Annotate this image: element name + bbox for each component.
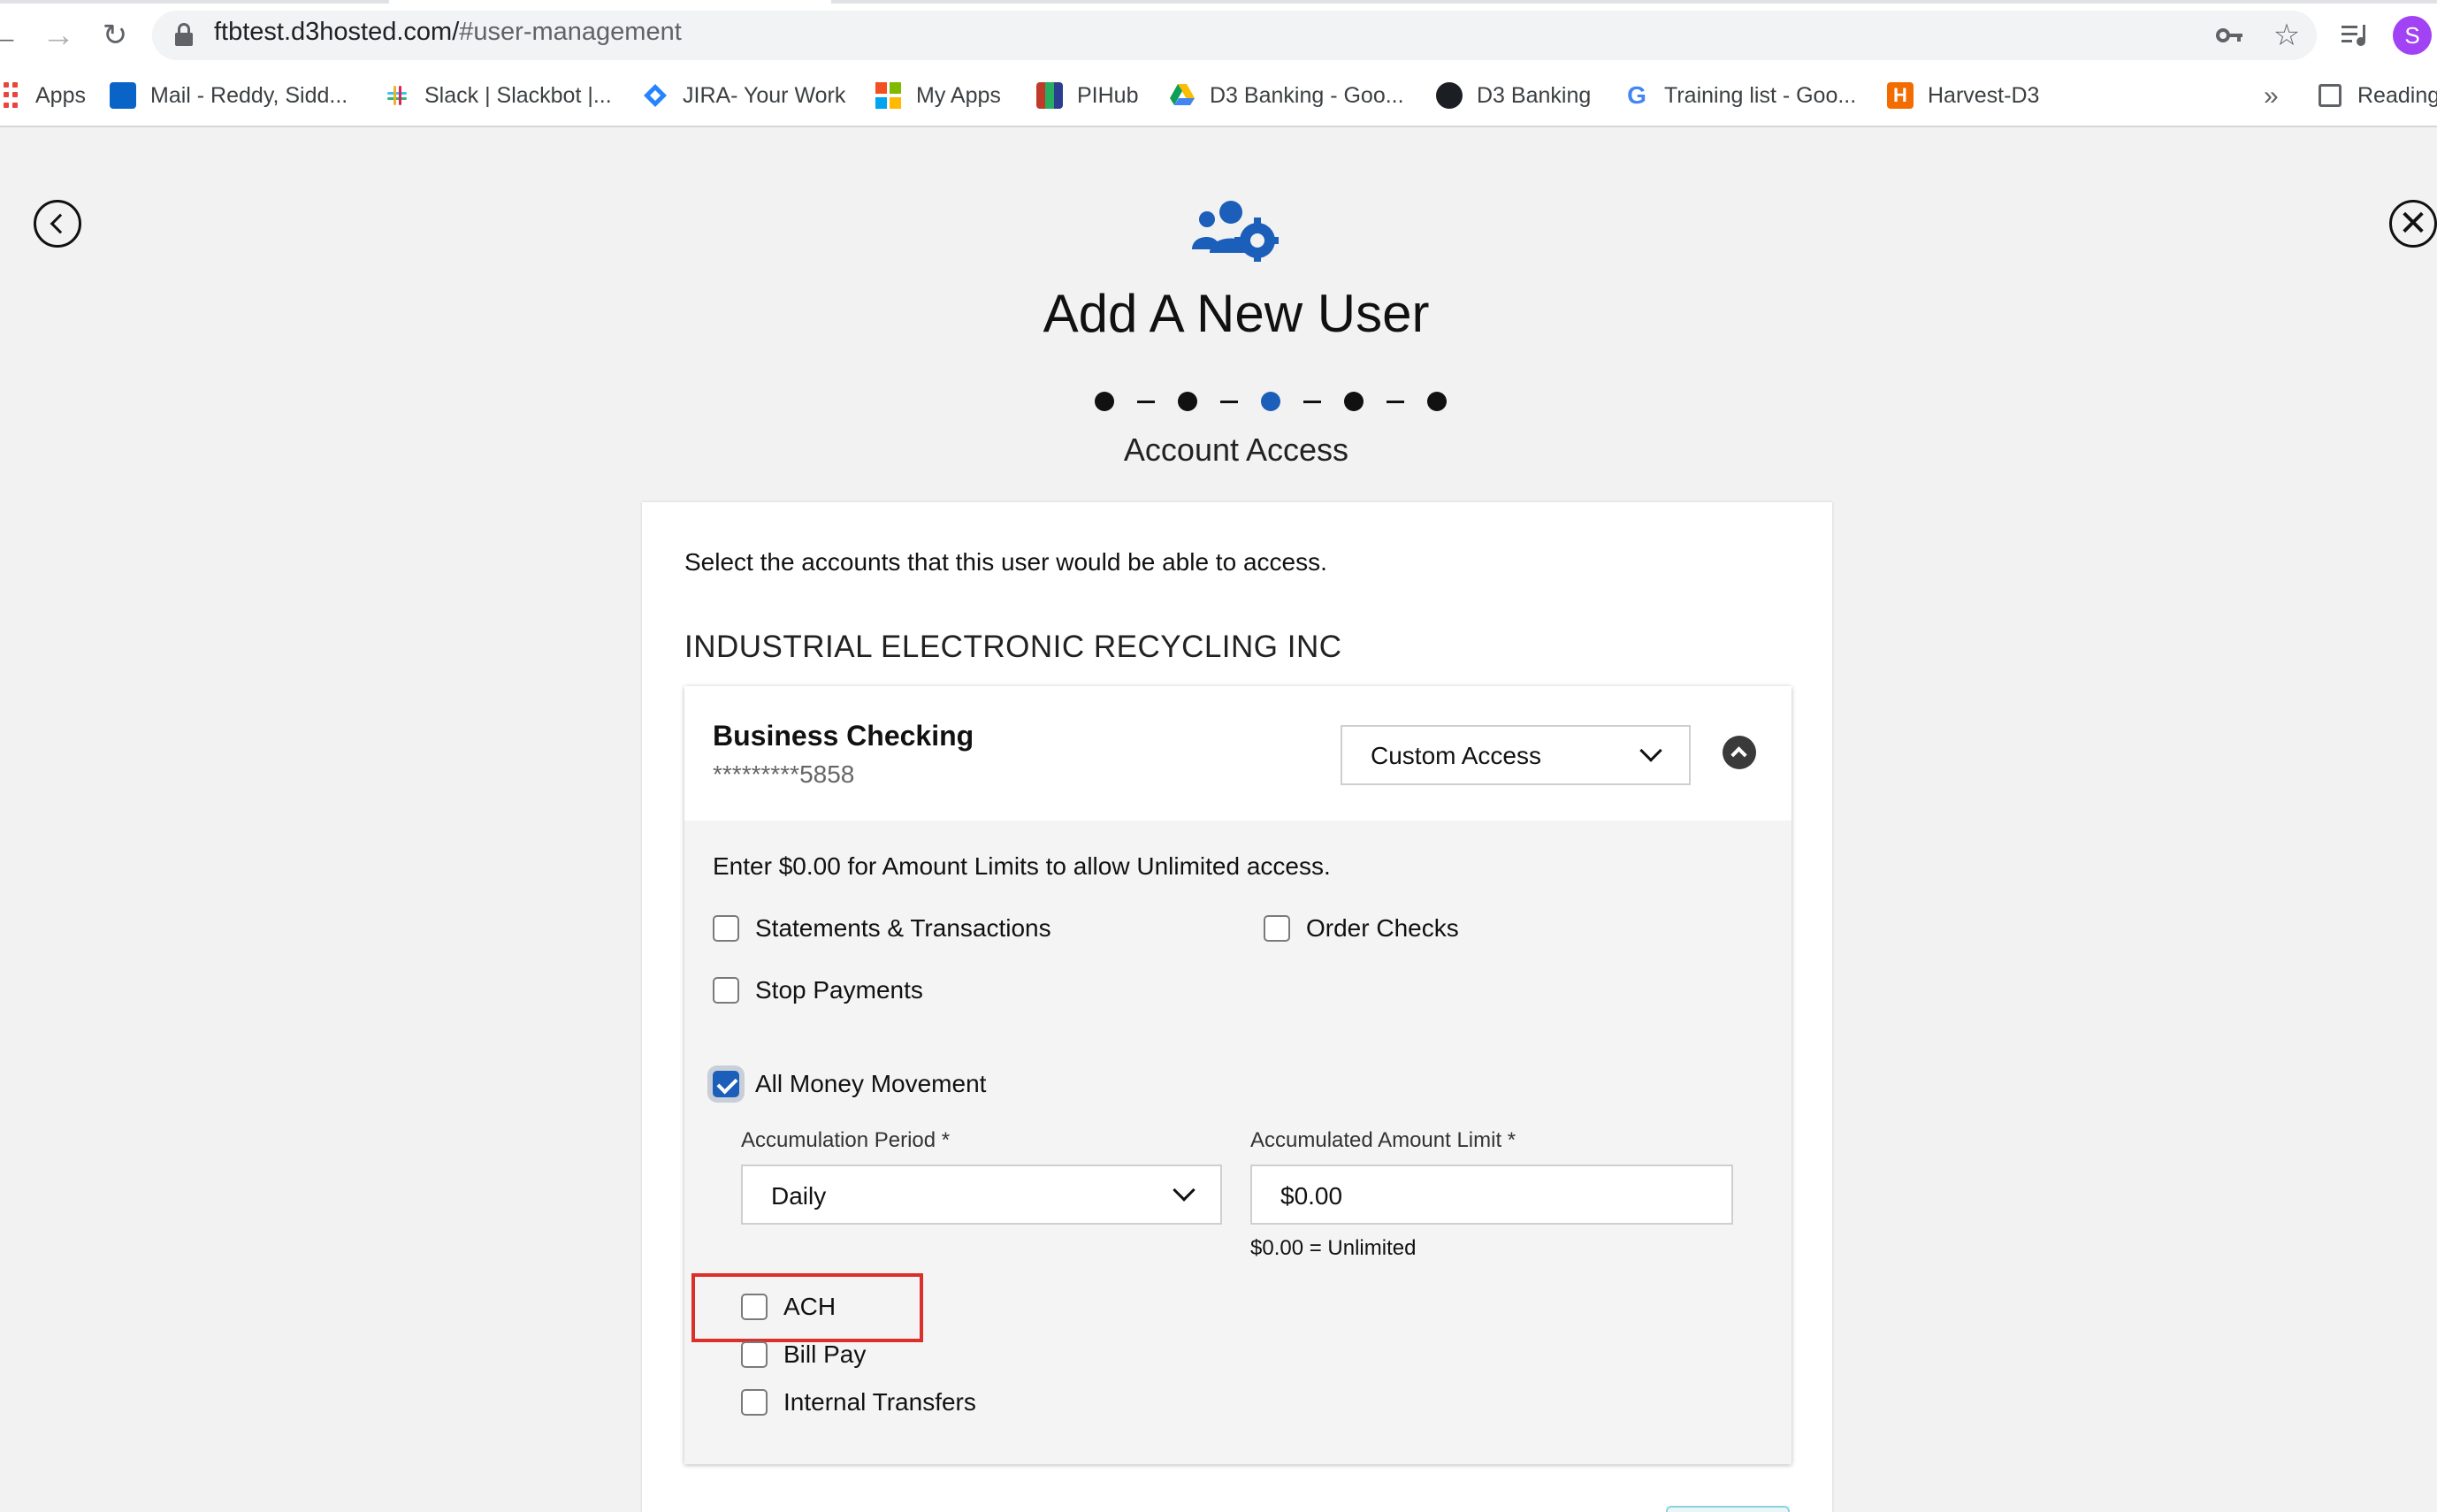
internal-transfers-option[interactable]: Internal Transfers: [741, 1388, 976, 1417]
close-button[interactable]: ✕: [2389, 200, 2437, 248]
step-dot: [1344, 392, 1364, 411]
users-gear-icon: [1192, 198, 1279, 262]
step-indicator: [1095, 389, 1447, 414]
bookmark-harvest[interactable]: H Harvest-D3: [1887, 80, 2039, 111]
stop-payments-checkbox[interactable]: [713, 977, 739, 1004]
browser-chrome: ← → ↻ ftbtest.d3hosted.com/#user-managem…: [0, 0, 2437, 127]
forward-icon[interactable]: →: [39, 16, 78, 55]
bookmark-my-apps[interactable]: My Apps: [875, 80, 1001, 111]
bookmark-d3-github[interactable]: D3 Banking: [1436, 80, 1591, 111]
jira-icon: [642, 82, 668, 109]
accumulation-period-label: Accumulation Period *: [741, 1128, 951, 1152]
step-separator: [1137, 400, 1155, 403]
url-text[interactable]: ftbtest.d3hosted.com/#user-management: [214, 18, 682, 47]
company-name: INDUSTRIAL ELECTRONIC RECYCLING INC: [684, 630, 1342, 664]
chevron-down-icon: [1173, 1179, 1196, 1202]
bookmark-d3-drive[interactable]: D3 Banking - Goo...: [1169, 80, 1404, 111]
reading-list-icon: [2319, 84, 2342, 107]
google-icon: G: [1627, 81, 1646, 109]
back-button[interactable]: [34, 200, 81, 248]
bookmark-apps[interactable]: Apps: [0, 80, 86, 111]
statements-transactions-checkbox[interactable]: [713, 915, 739, 942]
media-control-icon[interactable]: [2336, 16, 2375, 55]
amount-limit-help: $0.00 = Unlimited: [1250, 1236, 1417, 1260]
stop-payments-option[interactable]: Stop Payments: [713, 976, 923, 1004]
lock-icon[interactable]: [175, 23, 193, 46]
order-checks-checkbox[interactable]: [1264, 915, 1290, 942]
amount-limit-hint: Enter $0.00 for Amount Limits to allow U…: [713, 852, 1331, 880]
bookmark-training[interactable]: G Training list - Goo...: [1623, 80, 1856, 111]
outlook-icon: [110, 82, 136, 109]
ach-option[interactable]: ACH: [741, 1293, 836, 1321]
step-dot-current: [1261, 392, 1280, 411]
internal-transfers-checkbox[interactable]: [741, 1389, 768, 1416]
close-icon: ✕: [2398, 204, 2428, 243]
bill-pay-option[interactable]: Bill Pay: [741, 1340, 866, 1369]
accumulation-period-value: Daily: [771, 1182, 827, 1210]
microsoft-icon: [875, 82, 902, 109]
tab-strip: [0, 0, 2437, 4]
active-tab[interactable]: [389, 0, 831, 4]
accumulation-period-select[interactable]: Daily: [741, 1165, 1222, 1225]
chevron-left-icon: [50, 213, 71, 234]
bookmark-star-icon[interactable]: ☆: [2267, 16, 2306, 55]
back-icon[interactable]: ←: [0, 16, 23, 55]
page-title: Add A New User: [1043, 284, 1430, 343]
next-button[interactable]: [1666, 1506, 1790, 1512]
reload-icon[interactable]: ↻: [95, 16, 134, 55]
account-number: *********5858: [713, 760, 855, 788]
account-access-panel: Select the accounts that this user would…: [642, 502, 1832, 1512]
collapse-button[interactable]: [1723, 736, 1756, 769]
ach-checkbox[interactable]: [741, 1294, 768, 1320]
step-dot: [1427, 392, 1447, 411]
pihub-icon: [1036, 82, 1063, 109]
order-checks-option[interactable]: Order Checks: [1264, 914, 1459, 943]
account-card-header: Business Checking *********5858 Custom A…: [684, 686, 1791, 821]
google-drive-icon: [1169, 82, 1196, 109]
bookmark-jira[interactable]: JIRA- Your Work: [642, 80, 845, 111]
harvest-icon: H: [1887, 82, 1914, 109]
github-icon: [1436, 82, 1463, 109]
bookmark-pihub[interactable]: PIHub: [1036, 80, 1138, 111]
bookmark-mail[interactable]: Mail - Reddy, Sidd...: [110, 80, 348, 111]
slack-icon: [384, 82, 410, 109]
chevron-down-icon: [1639, 739, 1662, 762]
step-separator: [1220, 400, 1238, 403]
more-bookmarks-icon[interactable]: »: [2264, 81, 2279, 111]
account-card: Business Checking *********5858 Custom A…: [684, 686, 1791, 1464]
reading-list[interactable]: Reading: [2319, 80, 2437, 111]
account-name: Business Checking: [713, 720, 974, 752]
profile-avatar[interactable]: S: [2393, 16, 2432, 55]
access-level-select[interactable]: Custom Access: [1341, 725, 1691, 785]
step-label: Account Access: [1123, 431, 1349, 468]
bookmark-slack[interactable]: Slack | Slackbot |...: [384, 80, 612, 111]
bookmarks-bar: Apps Mail - Reddy, Sidd... Slack | Slack…: [0, 74, 2437, 117]
step-separator: [1303, 400, 1321, 403]
all-money-movement-checkbox[interactable]: [713, 1071, 739, 1097]
step-dot: [1095, 392, 1114, 411]
amount-limit-label: Accumulated Amount Limit *: [1250, 1128, 1516, 1152]
amount-limit-value: $0.00: [1280, 1182, 1343, 1210]
bill-pay-checkbox[interactable]: [741, 1341, 768, 1368]
apps-grid-icon: [0, 82, 21, 109]
key-icon[interactable]: [2211, 16, 2250, 55]
amount-limit-input[interactable]: $0.00: [1250, 1165, 1733, 1225]
step-separator: [1387, 400, 1404, 403]
chevron-up-icon: [1730, 746, 1747, 763]
access-level-value: Custom Access: [1371, 742, 1541, 769]
intro-text: Select the accounts that this user would…: [684, 548, 1327, 576]
all-money-movement-option[interactable]: All Money Movement: [713, 1070, 986, 1098]
step-dot: [1178, 392, 1197, 411]
statements-transactions-option[interactable]: Statements & Transactions: [713, 914, 1051, 943]
